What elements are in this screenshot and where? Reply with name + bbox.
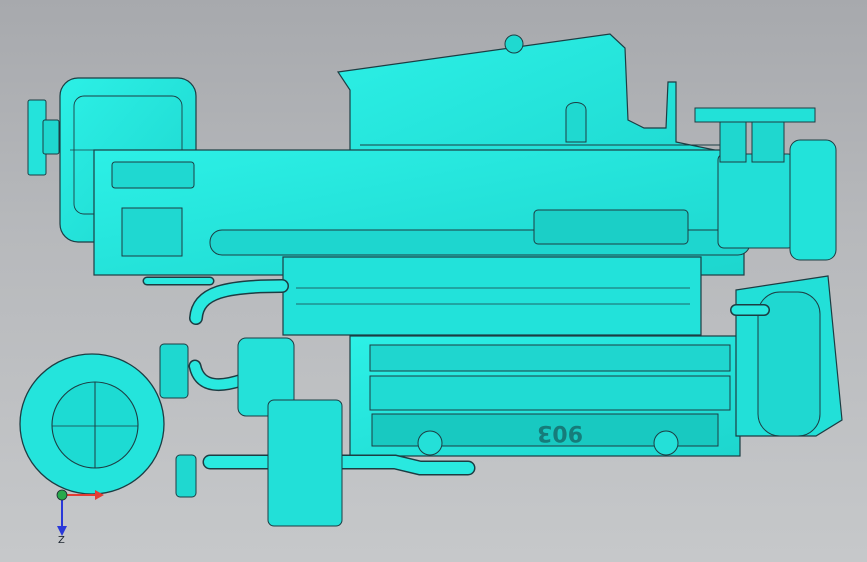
axis-triad: Z <box>56 489 104 544</box>
engine-model[interactable]: 903 <box>0 0 867 562</box>
engine-lower-block: 903 <box>282 256 843 457</box>
z-axis-label: Z <box>58 535 65 544</box>
x-axis-arrow <box>95 490 104 500</box>
y-axis-indicator <box>56 489 68 501</box>
block-marking: 903 <box>537 420 583 445</box>
cad-viewport[interactable]: 903 Z <box>0 0 867 562</box>
